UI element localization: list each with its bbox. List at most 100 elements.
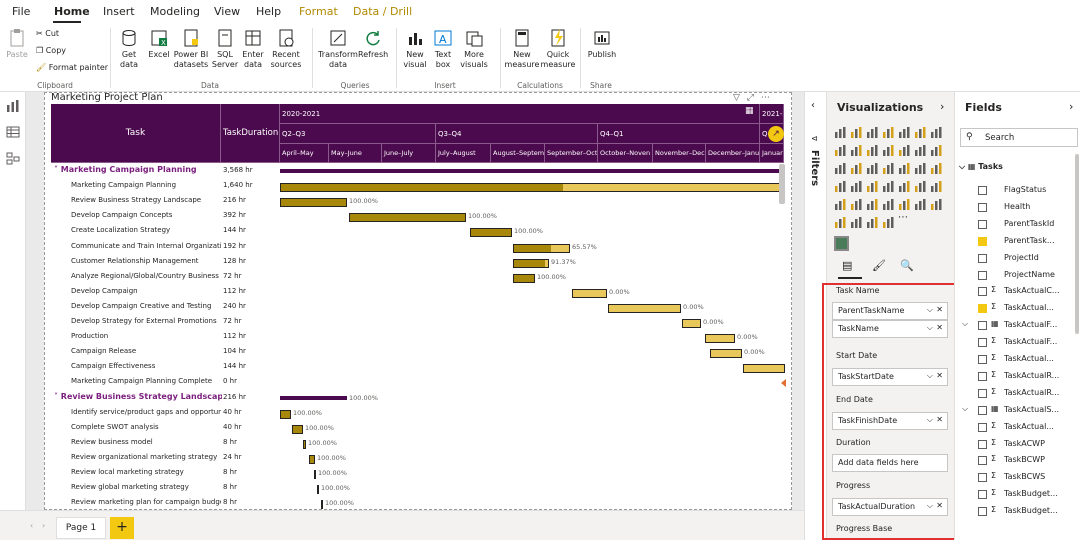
- visual-type-icon[interactable]: [898, 162, 911, 175]
- publish-button[interactable]: Publish: [586, 28, 618, 60]
- field-item[interactable]: Σ TaskActualF...: [958, 336, 1076, 351]
- visual-type-icon[interactable]: [898, 180, 911, 193]
- field-item[interactable]: Health: [958, 201, 1076, 216]
- visual-type-icon[interactable]: [834, 180, 847, 193]
- field-checkbox[interactable]: [978, 287, 987, 297]
- menu-modeling[interactable]: Modeling: [150, 5, 200, 18]
- field-item[interactable]: Σ TaskActual...: [958, 302, 1076, 317]
- chevron-down-icon[interactable]: ⌵: [927, 305, 933, 315]
- gantt-task-row[interactable]: Develop Campaign Creative and Testing 240…: [51, 300, 781, 315]
- chevron-down-icon[interactable]: ⌵: [962, 319, 968, 329]
- field-item[interactable]: Σ TaskActual...: [958, 353, 1076, 368]
- gantt-task-row[interactable]: Communicate and Train Internal Organizat…: [51, 240, 781, 255]
- task-bar[interactable]: [303, 439, 306, 449]
- gantt-task-row[interactable]: Campaign Release 104 hr 0.00%: [51, 345, 781, 360]
- duration-column-header[interactable]: TaskDuration: [221, 104, 280, 163]
- task-bar[interactable]: [572, 288, 607, 298]
- field-checkbox[interactable]: [978, 439, 987, 449]
- field-checkbox[interactable]: [978, 304, 987, 314]
- close-icon[interactable]: ✕: [936, 305, 943, 314]
- field-checkbox[interactable]: [978, 270, 987, 280]
- chevron-down-icon[interactable]: ⌵: [927, 371, 933, 381]
- field-item[interactable]: Σ TaskActualR...: [958, 387, 1076, 402]
- field-item[interactable]: Σ TaskBCWP: [958, 454, 1076, 469]
- gantt-group-row[interactable]: ˅ Marketing Campaign Planning 3,568 hr: [51, 164, 785, 179]
- gantt-task-row[interactable]: Review organizational marketing strategy…: [51, 451, 781, 466]
- parent-task-name-well[interactable]: ParentTaskName ⌵ ✕: [832, 302, 948, 320]
- fields-tab-icon[interactable]: ▤: [842, 259, 852, 272]
- visual-type-icon[interactable]: [866, 216, 879, 229]
- task-bar[interactable]: [317, 485, 319, 495]
- visual-type-icon[interactable]: [898, 198, 911, 211]
- task-bar[interactable]: [705, 334, 735, 344]
- visual-type-icon[interactable]: [866, 180, 879, 193]
- task-name-well[interactable]: TaskName ⌵ ✕: [832, 320, 948, 338]
- visual-type-icon[interactable]: [834, 216, 847, 229]
- field-checkbox[interactable]: [978, 456, 987, 466]
- gantt-task-row[interactable]: Develop Campaign 112 hr 0.00%: [51, 285, 781, 300]
- model-view-icon[interactable]: [6, 152, 20, 165]
- task-bar[interactable]: [309, 454, 315, 464]
- menu-help[interactable]: Help: [256, 5, 281, 18]
- visual-type-icon[interactable]: [882, 198, 895, 211]
- new-measure-button[interactable]: New measure: [504, 28, 540, 70]
- paste-button[interactable]: Paste: [6, 28, 28, 60]
- get-data-button[interactable]: Get data: [114, 28, 144, 70]
- gantt-task-row[interactable]: Analyze Regional/Global/Country Business…: [51, 270, 781, 285]
- add-page-button[interactable]: +: [110, 517, 134, 539]
- visual-type-icon[interactable]: [898, 126, 911, 139]
- excel-button[interactable]: X Excel: [147, 28, 171, 60]
- more-options-icon[interactable]: ⋯: [761, 93, 770, 103]
- start-date-well[interactable]: TaskStartDate ⌵ ✕: [832, 368, 948, 386]
- menu-file[interactable]: File: [12, 5, 30, 18]
- menu-home[interactable]: Home: [54, 5, 90, 18]
- field-item[interactable]: ParentTaskId: [958, 218, 1076, 233]
- duration-drop-zone[interactable]: Add data fields here: [832, 454, 948, 472]
- task-bar[interactable]: [349, 213, 466, 223]
- field-item[interactable]: Σ TaskBudget...: [958, 505, 1076, 520]
- fields-search-box[interactable]: ⚲ Search: [960, 128, 1078, 147]
- visual-type-icon[interactable]: [882, 126, 895, 139]
- task-bar[interactable]: [314, 470, 316, 479]
- field-item[interactable]: Σ TaskACWP: [958, 438, 1076, 453]
- visual-type-icon[interactable]: [930, 198, 943, 211]
- analytics-tab-icon[interactable]: 🔍: [900, 259, 914, 272]
- collapse-icon[interactable]: ‹: [811, 100, 815, 111]
- format-painter-button[interactable]: 🖌 Format painter: [36, 63, 108, 73]
- task-bar[interactable]: [608, 303, 681, 313]
- gantt-task-row[interactable]: Campaign Effectiveness 144 hr: [51, 360, 785, 375]
- gantt-task-row[interactable]: Create Localization Strategy 144 hr 100.00…: [51, 224, 781, 239]
- gantt-task-row[interactable]: Develop Campaign Concepts 392 hr 100.00%: [51, 209, 781, 224]
- task-bar[interactable]: [743, 364, 785, 374]
- report-view-icon[interactable]: [6, 100, 20, 112]
- expand-icon[interactable]: ›: [1069, 100, 1073, 113]
- visual-type-icon[interactable]: [834, 198, 847, 211]
- chevron-down-icon[interactable]: ⌵: [927, 323, 933, 333]
- gantt-task-row[interactable]: Complete SWOT analysis 40 hr 100.00%: [51, 421, 781, 436]
- tasks-table-node[interactable]: ⌵ ▦ Tasks: [959, 162, 1003, 172]
- field-checkbox[interactable]: [978, 321, 987, 331]
- close-icon[interactable]: ✕: [936, 415, 943, 424]
- gantt-group-row[interactable]: ˅ Review Business Strategy Landscape 216 …: [51, 391, 781, 406]
- task-bar[interactable]: [280, 183, 785, 193]
- field-item[interactable]: Σ TaskActualC...: [958, 285, 1076, 300]
- field-checkbox[interactable]: [978, 405, 987, 415]
- visual-type-icon[interactable]: [834, 126, 847, 139]
- visual-type-icon[interactable]: [930, 126, 943, 139]
- chevron-down-icon[interactable]: ⌵: [927, 501, 933, 511]
- visual-type-icon[interactable]: [898, 144, 911, 157]
- task-bar[interactable]: [513, 243, 570, 253]
- expand-icon[interactable]: ›: [940, 100, 944, 113]
- menu-format[interactable]: Format: [299, 5, 338, 18]
- summary-bar[interactable]: [280, 395, 347, 400]
- field-checkbox[interactable]: [978, 338, 987, 348]
- field-item[interactable]: ParentTask...: [958, 235, 1076, 250]
- gantt-task-row[interactable]: Review Business Strategy Landscape 216 hr…: [51, 194, 781, 209]
- field-item[interactable]: Σ TaskBCWS: [958, 471, 1076, 486]
- visual-type-icon[interactable]: [850, 144, 863, 157]
- field-item[interactable]: ProjectName: [958, 269, 1076, 284]
- gantt-task-row[interactable]: Develop Strategy for External Promotions…: [51, 315, 781, 330]
- more-visuals-icon[interactable]: ⋯: [898, 212, 911, 225]
- end-date-well[interactable]: TaskFinishDate ⌵ ✕: [832, 412, 948, 430]
- expand-timeline-icon[interactable]: ↗: [768, 126, 784, 142]
